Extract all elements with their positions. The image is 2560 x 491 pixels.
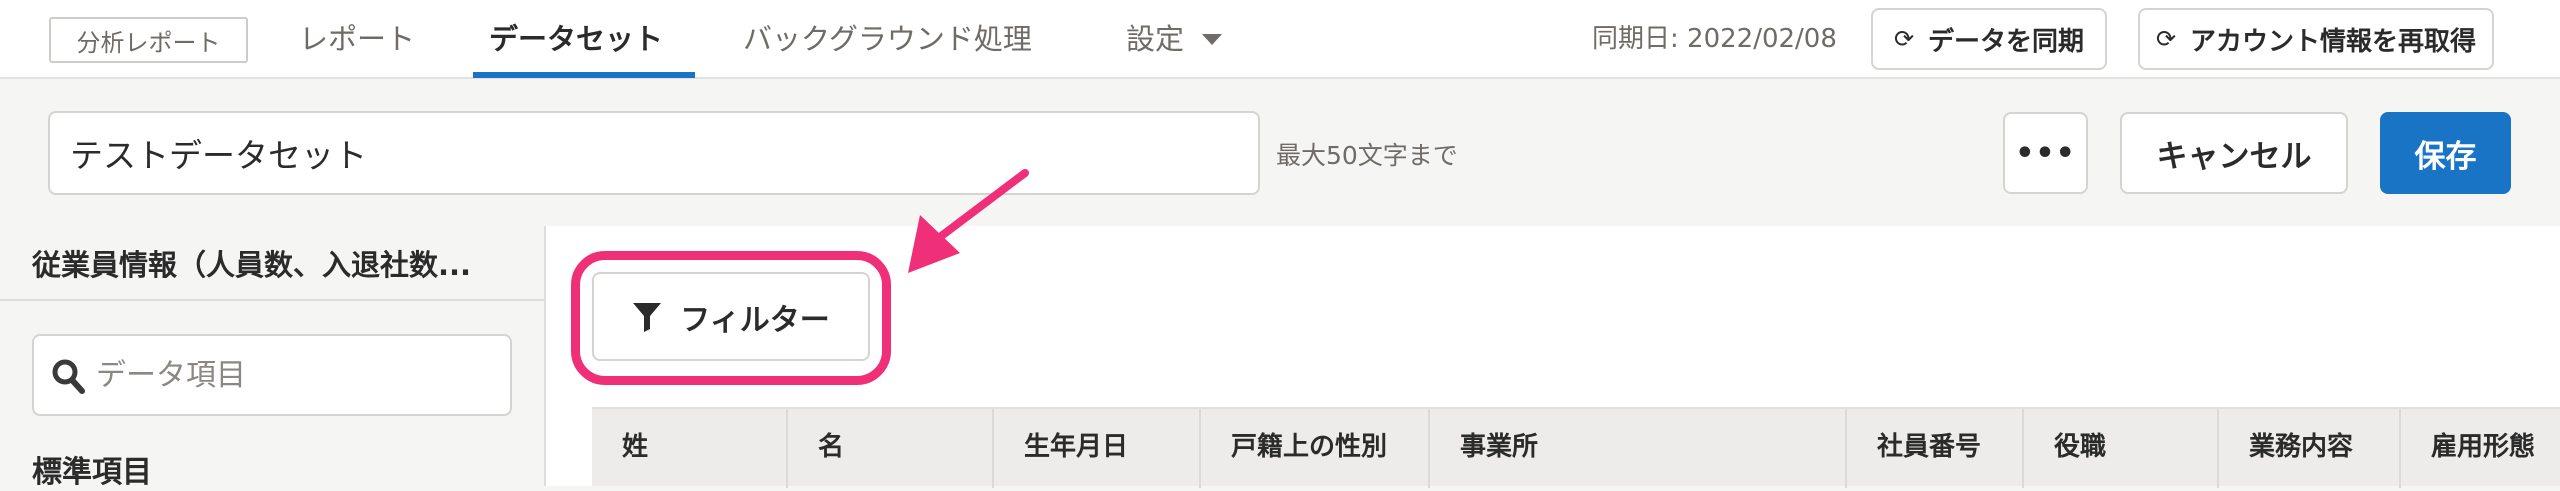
divider: [0, 299, 544, 301]
filter-icon: [633, 302, 662, 332]
chevron-down-icon: [1202, 33, 1223, 45]
annotation-arrow-icon: [908, 169, 1029, 273]
tab-background-jobs[interactable]: バックグラウンド処理: [743, 18, 1032, 60]
name-length-hint: 最大50文字まで: [1276, 141, 1458, 170]
cancel-button[interactable]: キャンセル: [2120, 112, 2348, 194]
category-title[interactable]: 従業員情報（人員数、入退社数...: [32, 242, 471, 284]
tab-settings-label: 設定: [1126, 22, 1185, 56]
tab-settings[interactable]: 設定: [1126, 18, 1223, 60]
refresh-icon: ⟳: [1893, 25, 1915, 53]
save-button[interactable]: 保存: [2380, 112, 2511, 194]
table-header: 姓 名 生年月日 戸籍上の性別 事業所 社員番号 役職 業務内容 雇用形態: [592, 407, 2560, 488]
sync-data-button[interactable]: ⟳ データを同期: [1871, 8, 2107, 70]
section-title-standard: 標準項目: [32, 455, 152, 490]
search-icon: [52, 359, 85, 394]
refresh-account-button[interactable]: ⟳ アカウント情報を再取得: [2138, 8, 2494, 70]
active-tab-indicator: [473, 72, 695, 78]
refresh-icon: ⟳: [2155, 25, 2177, 53]
column-header[interactable]: 役職: [2024, 409, 2219, 488]
filter-label: フィルター: [680, 302, 830, 338]
dataset-name-input[interactable]: [48, 111, 1260, 195]
column-header[interactable]: 名: [788, 409, 994, 488]
refresh-account-label: アカウント情報を再取得: [2190, 26, 2477, 57]
column-header[interactable]: 雇用形態: [2401, 409, 2560, 488]
filter-button[interactable]: フィルター: [592, 272, 870, 361]
column-header[interactable]: 生年月日: [994, 409, 1201, 488]
top-nav: 分析レポート レポート データセット バックグラウンド処理 設定 同期日: 20…: [0, 0, 2560, 79]
tab-datasets[interactable]: データセット: [489, 18, 663, 60]
sync-date: 同期日: 2022/02/08: [1592, 24, 1837, 54]
column-header[interactable]: 事業所: [1430, 409, 1847, 488]
column-header[interactable]: 社員番号: [1847, 409, 2024, 488]
column-header[interactable]: 姓: [592, 409, 788, 488]
more-options-button[interactable]: •••: [2003, 112, 2088, 194]
search-input[interactable]: [96, 346, 496, 404]
data-item-search[interactable]: [32, 334, 512, 416]
column-header[interactable]: 業務内容: [2219, 409, 2401, 488]
sync-data-label: データを同期: [1928, 26, 2085, 57]
app-badge: 分析レポート: [49, 17, 248, 63]
tab-reports[interactable]: レポート: [299, 18, 415, 60]
column-header[interactable]: 戸籍上の性別: [1201, 409, 1430, 488]
